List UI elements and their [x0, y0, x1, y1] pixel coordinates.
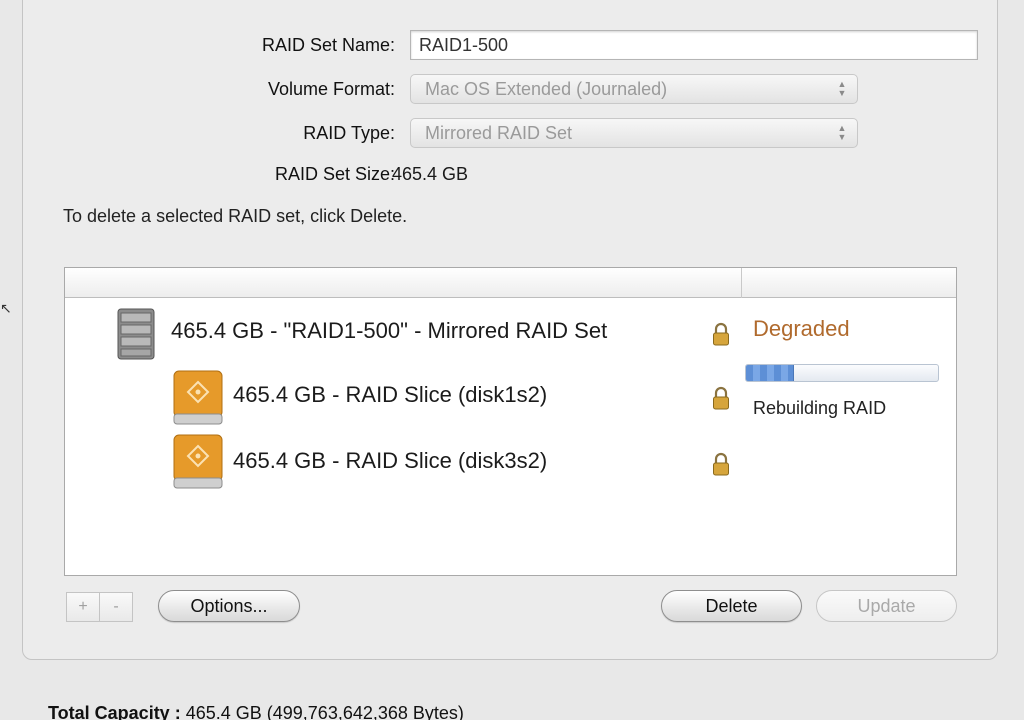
column-divider	[741, 268, 742, 298]
list-item-raid-set[interactable]: 465.4 GB - "RAID1-500" - Mirrored RAID S…	[65, 302, 956, 366]
disk-icon	[173, 434, 223, 489]
raid-type-popup[interactable]: Mirrored RAID Set ▲ ▼	[410, 118, 858, 148]
rebuild-progress-bar	[745, 364, 939, 382]
raid-set-label: 465.4 GB - "RAID1-500" - Mirrored RAID S…	[171, 318, 608, 343]
raid-type-label: RAID Type:	[303, 123, 395, 143]
raid-set-size-value: 465.4 GB	[392, 164, 469, 184]
raid-set-icon	[117, 308, 155, 360]
volume-format-popup[interactable]: Mac OS Extended (Journaled) ▲ ▼	[410, 74, 858, 104]
raid-list[interactable]: 465.4 GB - "RAID1-500" - Mirrored RAID S…	[64, 267, 957, 576]
status-rebuilding: Rebuilding RAID	[753, 398, 887, 418]
volume-format-row: Volume Format: Mac OS Extended (Journale…	[23, 73, 999, 105]
raid-set-size-label: RAID Set Size:	[274, 164, 395, 184]
add-button[interactable]: +	[66, 592, 100, 622]
raid-set-name-row: RAID Set Name:	[23, 29, 999, 61]
popup-arrows-icon: ▲ ▼	[837, 123, 847, 142]
raid-set-name-label: RAID Set Name:	[261, 35, 395, 55]
delete-button[interactable]: Delete	[661, 590, 802, 622]
total-capacity: Total Capacity : 465.4 GB (499,763,642,3…	[48, 703, 464, 720]
options-button[interactable]: Options...	[158, 590, 300, 622]
total-capacity-label: Total Capacity :	[48, 703, 181, 720]
rebuild-progress-fill	[746, 365, 794, 381]
raid-type-row: RAID Type: Mirrored RAID Set ▲ ▼	[23, 117, 999, 149]
disk-icon	[173, 370, 223, 425]
list-item-disk3s2[interactable]: 465.4 GB - RAID Slice (disk3s2)	[65, 430, 956, 494]
raid-type-value: Mirrored RAID Set	[425, 123, 573, 143]
popup-arrows-icon: ▲ ▼	[837, 79, 847, 98]
disk3s2-label: 465.4 GB - RAID Slice (disk3s2)	[233, 448, 548, 473]
list-header	[65, 268, 956, 298]
remove-button[interactable]: -	[99, 592, 133, 622]
status-degraded: Degraded	[753, 316, 850, 341]
window-edge-mark: ↖	[0, 300, 12, 316]
total-capacity-value: 465.4 GB (499,763,642,368 Bytes)	[185, 703, 464, 720]
lock-icon	[713, 322, 729, 346]
lock-icon	[713, 452, 729, 476]
update-button[interactable]: Update	[816, 590, 957, 622]
volume-format-value: Mac OS Extended (Journaled)	[425, 79, 668, 99]
delete-instruction-text: To delete a selected RAID set, click Del…	[63, 206, 408, 226]
lock-icon	[713, 386, 729, 410]
disk1s2-label: 465.4 GB - RAID Slice (disk1s2)	[233, 382, 548, 407]
raid-set-size-row: RAID Set Size: 465.4 GB	[23, 158, 999, 190]
raid-set-name-input[interactable]	[410, 30, 978, 60]
volume-format-label: Volume Format:	[267, 79, 395, 99]
